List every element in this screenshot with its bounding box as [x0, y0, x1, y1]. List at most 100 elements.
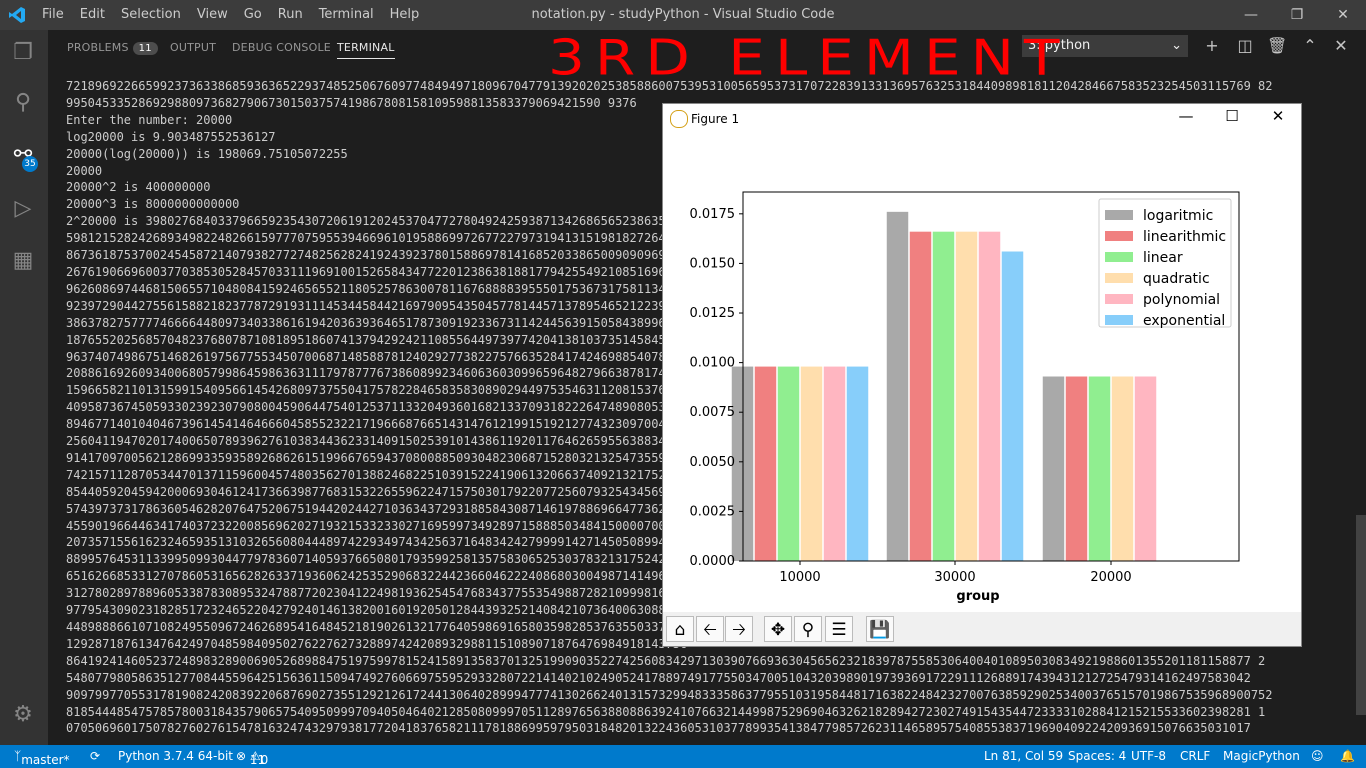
- branch-status[interactable]: ᛉ master*: [14, 749, 70, 767]
- bar-quadratic: [1111, 376, 1134, 561]
- indentation-status[interactable]: Spaces: 4: [1068, 749, 1126, 763]
- bar-linear: [1088, 376, 1111, 561]
- bar-polynomial: [1134, 376, 1157, 561]
- menu-bar: File Edit Selection View Go Run Terminal…: [34, 0, 427, 30]
- bar-exponential: [1001, 251, 1024, 562]
- configure-icon[interactable]: ☰: [825, 616, 853, 642]
- eol-status[interactable]: CRLF: [1180, 749, 1210, 763]
- maximize-panel-icon[interactable]: ⌃: [1300, 36, 1320, 55]
- menu-view[interactable]: View: [189, 0, 236, 30]
- y-tick-label: 0.0175: [690, 207, 736, 222]
- menu-edit[interactable]: Edit: [72, 0, 113, 30]
- tab-problems[interactable]: PROBLEMS 11: [67, 41, 158, 55]
- extensions-icon[interactable]: ▦: [8, 246, 38, 276]
- figure-maximize-icon[interactable]: ☐: [1221, 107, 1243, 125]
- legend-swatch: [1105, 273, 1133, 283]
- save-icon[interactable]: 💾: [866, 616, 894, 642]
- legend-label: polynomial: [1143, 292, 1220, 308]
- tab-debug-console[interactable]: DEBUG CONSOLE: [232, 41, 331, 54]
- problems-status[interactable]: ⊗ 11 ⚠ 0: [236, 749, 268, 767]
- split-terminal-icon[interactable]: ◫: [1235, 36, 1255, 55]
- legend-swatch: [1105, 315, 1133, 325]
- menu-go[interactable]: Go: [236, 0, 270, 30]
- bar-chart: 0.0000 0.0025 0.0050 0.0075 0.0100 0.0125 0.01…: [690, 191, 1240, 604]
- figure-toolbar: ⌂ 🡠 🡢 ✥ ⚲ ☰ 💾: [663, 612, 1301, 646]
- explorer-icon[interactable]: ❐: [8, 38, 38, 68]
- search-icon[interactable]: ⚲: [8, 88, 38, 118]
- pan-icon[interactable]: ✥: [764, 616, 792, 642]
- bar-linear: [777, 366, 800, 561]
- cursor-position[interactable]: Ln 81, Col 59: [984, 749, 1063, 763]
- bar-logaritmic: [1042, 376, 1065, 561]
- bar-polynomial: [823, 366, 846, 561]
- menu-run[interactable]: Run: [270, 0, 311, 30]
- notifications-icon[interactable]: 🔔: [1340, 749, 1355, 763]
- legend-swatch: [1105, 294, 1133, 304]
- y-tick-label: 0.0100: [690, 356, 736, 371]
- matplotlib-icon: [670, 110, 688, 128]
- forward-icon[interactable]: 🡢: [725, 616, 753, 642]
- zoom-icon[interactable]: ⚲: [794, 616, 822, 642]
- bar-linear: [932, 231, 955, 561]
- interpreter-status[interactable]: Python 3.7.4 64-bit: [118, 749, 233, 763]
- x-axis-label: group: [956, 589, 999, 604]
- y-tick-label: 0.0125: [690, 306, 736, 321]
- x-tick-label: 10000: [779, 570, 820, 585]
- figure-minimize-icon[interactable]: —: [1175, 107, 1197, 125]
- y-tick-label: 0.0000: [690, 554, 736, 569]
- language-status[interactable]: MagicPython: [1223, 749, 1300, 763]
- restore-icon[interactable]: ❐: [1274, 0, 1320, 30]
- tab-terminal[interactable]: TERMINAL: [337, 41, 395, 59]
- menu-file[interactable]: File: [34, 0, 72, 30]
- title-bar: File Edit Selection View Go Run Terminal…: [0, 0, 1366, 30]
- x-tick-label: 20000: [1090, 570, 1131, 585]
- bar-linearithmic: [1065, 376, 1088, 561]
- y-tick-label: 0.0050: [690, 455, 736, 470]
- tab-output[interactable]: OUTPUT: [170, 41, 216, 54]
- legend-label: linear: [1143, 250, 1183, 266]
- back-icon[interactable]: 🡠: [696, 616, 724, 642]
- menu-selection[interactable]: Selection: [113, 0, 189, 30]
- bar-exponential: [846, 366, 869, 561]
- terminal-scrollbar[interactable]: [1356, 515, 1366, 715]
- terminal-line: 9097997705531781908242083922068769027355…: [66, 687, 1273, 702]
- figure-title-bar: Figure 1 — ☐ ✕: [663, 104, 1301, 134]
- activity-bar: ❐ ⚲ ⚯ 35 ▷ ▦ ⚙: [0, 30, 48, 745]
- home-icon[interactable]: ⌂: [666, 616, 694, 642]
- menu-help[interactable]: Help: [382, 0, 428, 30]
- problems-count: 11: [132, 42, 158, 55]
- feedback-icon[interactable]: ☺: [1311, 749, 1324, 763]
- new-terminal-icon[interactable]: +: [1202, 36, 1222, 55]
- figure-window: Figure 1 — ☐ ✕ 0.0000 0.0025 0.0050 0.0075 0…: [662, 103, 1302, 647]
- menu-terminal[interactable]: Terminal: [311, 0, 382, 30]
- minimize-icon[interactable]: —: [1228, 0, 1274, 30]
- terminal-line: 0705069601750782760276154781632474329793…: [66, 721, 1251, 736]
- window-title: notation.py - studyPython - Visual Studi…: [531, 7, 835, 22]
- y-tick-label: 0.0025: [690, 504, 736, 519]
- close-icon[interactable]: ✕: [1320, 0, 1366, 30]
- kill-terminal-icon[interactable]: 🗑: [1267, 36, 1287, 55]
- close-panel-icon[interactable]: ✕: [1331, 36, 1351, 55]
- legend-swatch: [1105, 231, 1133, 241]
- bar-linearithmic: [754, 366, 777, 561]
- bar-linearithmic: [909, 231, 932, 561]
- status-bar: ᛉ master* ⟳ Python 3.7.4 64-bit ⊗ 11 ⚠ 0…: [0, 745, 1366, 768]
- run-debug-icon[interactable]: ▷: [8, 194, 38, 224]
- bar-quadratic: [800, 366, 823, 561]
- bar-polynomial: [978, 231, 1001, 561]
- legend-swatch: [1105, 210, 1133, 220]
- handwritten-annotation: 3RD ELEMENT: [548, 28, 1070, 87]
- vscode-logo-icon: [9, 7, 25, 23]
- terminal-line: 8185444854757857800318435790657540950999…: [66, 704, 1266, 719]
- legend-label: exponential: [1143, 313, 1225, 329]
- legend-label: linearithmic: [1143, 229, 1226, 245]
- terminal-line: 8641924146052372489832890069052689884751…: [66, 653, 1266, 668]
- y-tick-label: 0.0150: [690, 256, 736, 271]
- legend-swatch: [1105, 252, 1133, 262]
- sync-icon[interactable]: ⟳: [90, 749, 100, 763]
- source-control-badge: 35: [22, 156, 38, 172]
- encoding-status[interactable]: UTF-8: [1131, 749, 1166, 763]
- settings-gear-icon[interactable]: ⚙: [8, 700, 38, 730]
- figure-close-icon[interactable]: ✕: [1267, 107, 1289, 125]
- legend-label: quadratic: [1143, 271, 1210, 287]
